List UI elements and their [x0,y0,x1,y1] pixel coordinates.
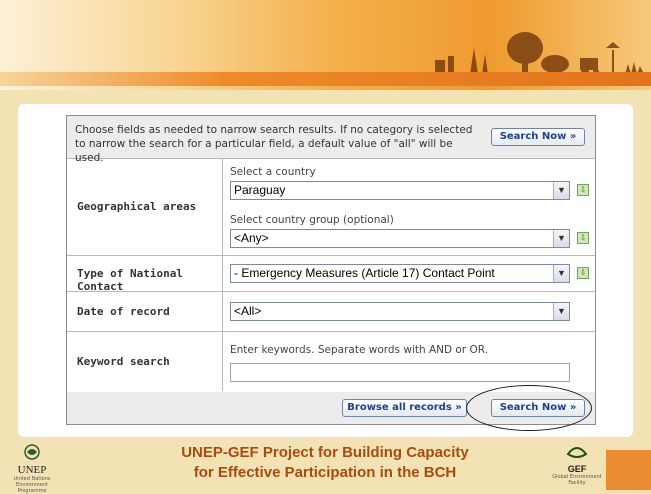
country-group-select-value: <Any> [234,231,269,245]
keyword-search-input[interactable] [230,363,570,382]
chevron-down-icon[interactable]: ▼ [553,182,569,199]
add-selection-icon[interactable]: ⇩ [577,184,589,196]
add-selection-icon[interactable]: ⇩ [577,232,589,244]
unep-full-name: United Nations Environment Programme [13,476,51,494]
date-of-record-select-value: <All> [234,304,262,318]
country-select[interactable]: Paraguay ▼ [230,181,570,200]
date-of-record-label-cell: Date of record [67,292,223,331]
unep-logo: UNEP United Nations Environment Programm… [8,444,56,494]
national-contact-label: Type of National Contact [77,267,183,293]
chevron-down-icon[interactable]: ▼ [553,230,569,247]
country-group-select[interactable]: <Any> ▼ [230,229,570,248]
date-of-record-row: Date of record <All> ▼ [67,292,595,332]
search-form: Choose fields as needed to narrow search… [66,115,596,425]
country-select-value: Paraguay [234,183,286,197]
unep-emblem-icon [24,444,40,460]
banner-strip [0,72,651,86]
add-selection-icon[interactable]: ⇩ [577,267,589,279]
keyword-search-hint: Enter keywords. Separate words with AND … [230,344,489,356]
header-banner [0,0,651,90]
national-contact-label-cell: Type of National Contact [67,256,223,293]
date-of-record-label: Date of record [77,305,170,318]
country-group-label: Select country group (optional) [230,214,394,226]
highlight-circle [466,385,592,431]
country-select-label: Select a country [230,166,316,178]
geographical-areas-row: Geographical areas Select a country Para… [67,159,595,256]
chevron-down-icon[interactable]: ▼ [553,265,569,282]
national-contact-select-value: - Emergency Measures (Article 17) Contac… [234,266,495,280]
browse-all-records-button[interactable]: Browse all records » [342,399,467,417]
national-contact-select[interactable]: - Emergency Measures (Article 17) Contac… [230,264,570,283]
gef-name: GEF [567,464,587,474]
footer-accent-block [606,450,651,490]
keyword-search-label-cell: Keyword search [67,332,223,391]
project-title-line-2: for Effective Participation in the BCH [193,464,457,481]
gef-full-name: Global Environment Facility [552,474,602,486]
project-title-line-1: UNEP-GEF Project for Building Capacity [181,444,469,461]
search-now-button-top[interactable]: Search Now » [491,128,585,146]
gef-emblem-icon [566,447,588,458]
rural-landscape-illustration [435,32,644,76]
project-title: UNEP-GEF Project for Building Capacity f… [160,443,490,483]
geographical-areas-label: Geographical areas [77,200,197,213]
national-contact-row: Type of National Contact - Emergency Mea… [67,256,595,293]
unep-name: UNEP [17,464,47,476]
keyword-search-label: Keyword search [77,355,170,368]
chevron-down-icon[interactable]: ▼ [553,303,569,320]
gef-logo: GEF Global Environment Facility [552,444,602,486]
search-hint-row: Choose fields as needed to narrow search… [67,116,595,164]
keyword-search-row: Keyword search Enter keywords. Separate … [67,332,595,391]
geographical-areas-label-cell: Geographical areas [67,159,223,255]
date-of-record-select[interactable]: <All> ▼ [230,302,570,321]
